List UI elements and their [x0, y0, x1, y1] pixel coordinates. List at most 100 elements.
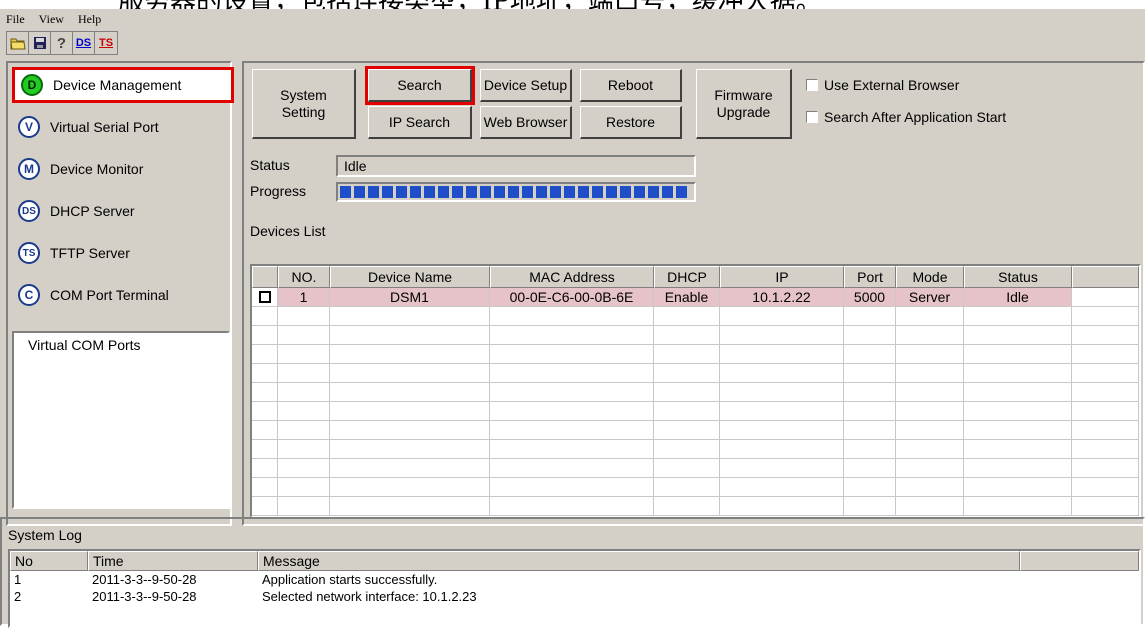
system-setting-button[interactable]: System Setting: [252, 69, 356, 139]
empty-cell: [654, 478, 720, 497]
cell-mac-address: 00-0E-C6-00-0B-6E: [490, 288, 654, 307]
progress-segment: [410, 186, 421, 198]
log-header-no[interactable]: No: [10, 551, 88, 571]
cell-status: Idle: [964, 288, 1072, 307]
empty-cell: [330, 326, 490, 345]
empty-cell: [490, 307, 654, 326]
column-header-status[interactable]: Status: [964, 266, 1072, 288]
log-row[interactable]: 2 2011-3-3--9-50-28 Selected network int…: [10, 588, 1139, 605]
empty-cell: [844, 402, 896, 421]
reboot-button[interactable]: Reboot: [580, 69, 682, 102]
empty-table-row: [252, 421, 1139, 440]
empty-table-row: [252, 345, 1139, 364]
progress-segment: [396, 186, 407, 198]
checkbox-box[interactable]: [806, 79, 818, 91]
column-header-mode[interactable]: Mode: [896, 266, 964, 288]
use-external-browser-checkbox[interactable]: Use External Browser: [806, 77, 959, 93]
empty-cell: [844, 497, 896, 516]
device-setup-button[interactable]: Device Setup: [480, 69, 572, 102]
nav-dhcp-server[interactable]: DS DHCP Server: [12, 193, 234, 229]
progress-segment: [522, 186, 533, 198]
column-header-mac-address[interactable]: MAC Address: [490, 266, 654, 288]
search-after-start-checkbox[interactable]: Search After Application Start: [806, 109, 1006, 125]
dhcp-server-toolbar-icon[interactable]: DS: [73, 32, 95, 54]
table-row[interactable]: 1 DSM1 00-0E-C6-00-0B-6E Enable 10.1.2.2…: [252, 288, 1139, 307]
nav-label: Device Monitor: [50, 161, 144, 177]
empty-cell: [330, 440, 490, 459]
button-label: System: [280, 86, 327, 103]
device-management-panel: System Setting Search IP Search Device S…: [242, 61, 1145, 526]
row-checkbox[interactable]: [258, 291, 271, 303]
progress-segment: [648, 186, 659, 198]
progress-segment: [606, 186, 617, 198]
virtual-com-ports-tree[interactable]: Virtual COM Ports: [12, 331, 230, 509]
progress-segment: [578, 186, 589, 198]
empty-cell: [964, 421, 1072, 440]
empty-cell: [1072, 459, 1139, 478]
empty-cell: [654, 383, 720, 402]
log-header-time[interactable]: Time: [88, 551, 258, 571]
status-label: Status: [250, 157, 290, 173]
open-folder-icon[interactable]: [7, 32, 29, 54]
nav-device-management[interactable]: D Device Management: [12, 67, 234, 103]
menu-help[interactable]: Help: [78, 12, 101, 27]
empty-cell: [964, 478, 1072, 497]
web-browser-button[interactable]: Web Browser: [480, 106, 572, 139]
empty-cell: [720, 364, 844, 383]
nav-device-monitor[interactable]: M Device Monitor: [12, 151, 234, 187]
log-header-message[interactable]: Message: [258, 551, 1020, 571]
nav-com-port-terminal[interactable]: C COM Port Terminal: [12, 277, 234, 313]
empty-cell: [654, 440, 720, 459]
column-header-dhcp[interactable]: DHCP: [654, 266, 720, 288]
empty-cell: [896, 478, 964, 497]
nav-label: Virtual Serial Port: [50, 119, 159, 135]
empty-cell: [278, 478, 330, 497]
empty-cell: [490, 345, 654, 364]
log-cell-no: 2: [14, 589, 22, 604]
column-header-port[interactable]: Port: [844, 266, 896, 288]
progress-segment: [676, 186, 687, 198]
column-header-select[interactable]: [252, 266, 278, 288]
ip-search-button[interactable]: IP Search: [368, 106, 472, 139]
empty-cell: [1072, 326, 1139, 345]
empty-cell: [252, 459, 278, 478]
log-row[interactable]: 1 2011-3-3--9-50-28 Application starts s…: [10, 571, 1139, 588]
empty-cell: [278, 383, 330, 402]
virtual-serial-port-icon: V: [18, 116, 40, 138]
search-button[interactable]: Search: [365, 66, 475, 105]
nav-tftp-server[interactable]: TS TFTP Server: [12, 235, 234, 271]
progress-segment: [354, 186, 365, 198]
log-header-filler: [1020, 551, 1139, 571]
restore-button[interactable]: Restore: [580, 106, 682, 139]
empty-cell: [1072, 402, 1139, 421]
empty-cell: [964, 402, 1072, 421]
tftp-server-toolbar-icon[interactable]: TS: [95, 32, 117, 54]
progress-segment: [662, 186, 673, 198]
firmware-upgrade-button[interactable]: Firmware Upgrade: [696, 69, 792, 139]
progress-segment: [340, 186, 351, 198]
empty-cell: [720, 345, 844, 364]
system-log-table[interactable]: No Time Message 1 2011-3-3--9-50-28 Appl…: [8, 549, 1141, 628]
row-checkbox-cell[interactable]: [252, 288, 278, 307]
save-disk-icon[interactable]: [29, 32, 51, 54]
empty-cell: [720, 326, 844, 345]
column-header-device-name[interactable]: Device Name: [330, 266, 490, 288]
checkbox-box[interactable]: [806, 111, 818, 123]
empty-cell: [1072, 421, 1139, 440]
help-question-icon[interactable]: ?: [51, 32, 73, 54]
button-label: Upgrade: [716, 103, 771, 120]
empty-cell: [896, 402, 964, 421]
nav-virtual-serial-port[interactable]: V Virtual Serial Port: [12, 109, 234, 145]
devices-list-table[interactable]: NO. Device Name MAC Address DHCP IP Port…: [250, 264, 1141, 518]
column-header-no[interactable]: NO.: [278, 266, 330, 288]
empty-cell: [844, 345, 896, 364]
column-header-ip[interactable]: IP: [720, 266, 844, 288]
empty-cell: [490, 326, 654, 345]
empty-cell: [1072, 383, 1139, 402]
empty-cell: [964, 459, 1072, 478]
empty-cell: [964, 364, 1072, 383]
tree-root-item[interactable]: Virtual COM Ports: [28, 337, 141, 353]
empty-cell: [252, 497, 278, 516]
menu-file[interactable]: File: [6, 12, 25, 27]
menu-view[interactable]: View: [39, 12, 64, 27]
